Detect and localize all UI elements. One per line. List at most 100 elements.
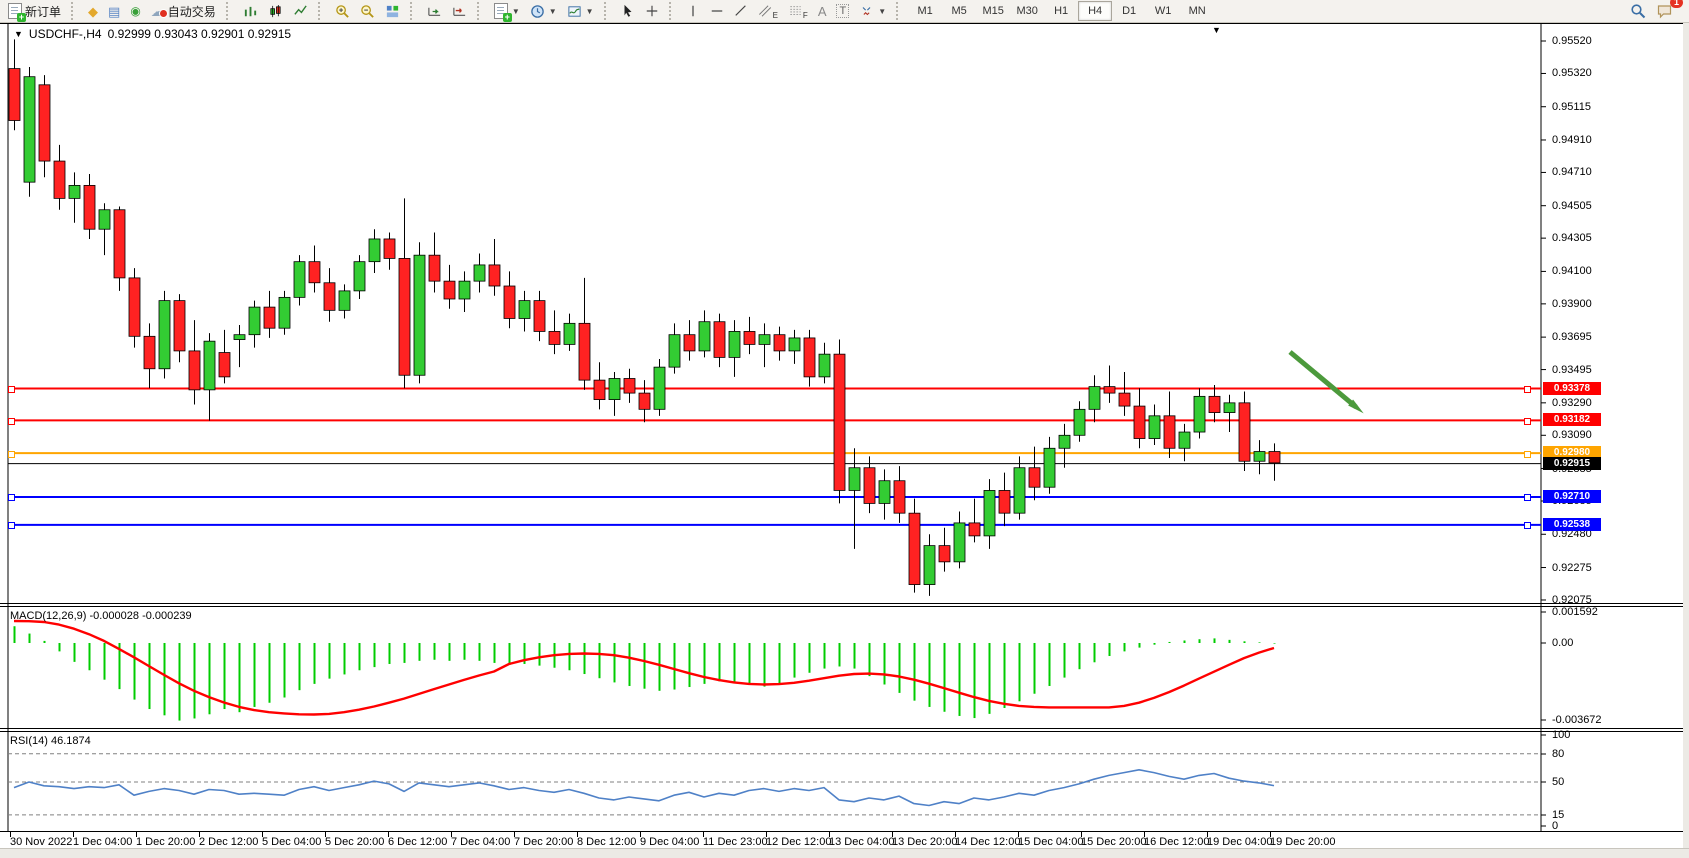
signals-icon: ◉ xyxy=(130,5,140,17)
price-axis-label: 0.92275 xyxy=(1552,562,1592,574)
price-axis-label: 0.93290 xyxy=(1552,397,1592,409)
text-tool-button[interactable]: A xyxy=(813,0,832,22)
level-line-handle[interactable] xyxy=(1524,386,1531,393)
time-axis-label: 15 Dec 20:00 xyxy=(1081,836,1146,848)
autotrade-button[interactable]: ☁ 自动交易 xyxy=(146,0,221,22)
auto-scroll-icon xyxy=(427,4,442,19)
macd-axis-label: 0.001592 xyxy=(1552,606,1598,618)
level-line-handle[interactable] xyxy=(8,522,15,529)
dropdown-triangle-icon[interactable]: ▼ xyxy=(14,29,23,39)
candlestick-chart-button[interactable] xyxy=(263,0,288,22)
status-strip xyxy=(0,848,1689,858)
chart-shift-marker-icon[interactable]: ▼ xyxy=(1212,25,1221,35)
timeframe-button-m1[interactable]: M1 xyxy=(908,1,942,21)
price-axis-label: 0.93495 xyxy=(1552,364,1592,376)
text-tool-icon: A xyxy=(818,4,827,19)
time-axis-label: 9 Dec 04:00 xyxy=(640,836,699,848)
level-line-handle[interactable] xyxy=(1524,451,1531,458)
eraser-button[interactable]: ◆ xyxy=(83,0,103,22)
timeframe-button-d1[interactable]: D1 xyxy=(1112,1,1146,21)
arrows-tool-button[interactable]: ▼ xyxy=(854,0,891,22)
search-button[interactable] xyxy=(1625,0,1651,22)
zoom-out-button[interactable] xyxy=(355,0,380,22)
chart-shift-button[interactable] xyxy=(447,0,472,22)
rsi-indicator-label: RSI(14) 46.1874 xyxy=(10,735,91,747)
chevron-down-icon: ▼ xyxy=(586,7,594,16)
bar-chart-button[interactable] xyxy=(238,0,263,22)
indicators-button[interactable]: ▼ xyxy=(562,0,599,22)
timeframe-button-m30[interactable]: M30 xyxy=(1010,1,1044,21)
auto-scroll-button[interactable] xyxy=(422,0,447,22)
indicators-icon xyxy=(567,4,582,19)
time-axis-label: 15 Dec 04:00 xyxy=(1018,836,1083,848)
toolbar-separator xyxy=(318,2,325,20)
vertical-line-tool-button[interactable] xyxy=(681,0,705,22)
crosshair-icon xyxy=(645,4,659,18)
time-axis-label: 30 Nov 2022 xyxy=(10,836,72,848)
zoom-in-button[interactable] xyxy=(330,0,355,22)
equidistant-channel-tool-button[interactable]: E xyxy=(753,0,783,22)
chart-symbol-period: USDCHF-,H4 xyxy=(29,27,102,41)
candlestick-chart-icon xyxy=(268,4,283,19)
mt4-terminal-window: { "toolbar": { "new_order_label": "新订单",… xyxy=(0,0,1689,858)
market-watch-icon: ▤ xyxy=(108,5,120,18)
line-chart-button[interactable] xyxy=(288,0,313,22)
level-line-handle[interactable] xyxy=(8,494,15,501)
timeframe-button-m5[interactable]: M5 xyxy=(942,1,976,21)
chevron-down-icon: ▼ xyxy=(512,7,520,16)
crosshair-tool-button[interactable] xyxy=(640,0,664,22)
time-axis-label: 16 Dec 12:00 xyxy=(1144,836,1209,848)
market-watch-button[interactable]: ▤ xyxy=(103,0,125,22)
timeframe-button-mn[interactable]: MN xyxy=(1180,1,1214,21)
fibonacci-tool-button[interactable]: F xyxy=(783,0,813,22)
notifications-button[interactable]: 1 xyxy=(1651,0,1678,22)
level-line-handle[interactable] xyxy=(8,418,15,425)
level-price-badge: 0.93182 xyxy=(1543,413,1601,426)
search-icon xyxy=(1630,3,1646,19)
timeframe-button-w1[interactable]: W1 xyxy=(1146,1,1180,21)
autotrade-label: 自动交易 xyxy=(168,3,216,20)
horizontal-line-tool-button[interactable] xyxy=(705,0,729,22)
toolbar-separator xyxy=(71,2,78,20)
signals-button[interactable]: ◉ xyxy=(125,0,145,22)
chevron-down-icon: ▼ xyxy=(549,7,557,16)
level-line-handle[interactable] xyxy=(8,386,15,393)
eraser-icon: ◆ xyxy=(88,5,98,18)
price-axis-label: 0.93900 xyxy=(1552,298,1592,310)
chevron-down-icon: ▼ xyxy=(878,7,886,16)
timeframe-button-h1[interactable]: H1 xyxy=(1044,1,1078,21)
rsi-axis-label: 0 xyxy=(1552,820,1558,832)
clock-icon xyxy=(530,4,545,19)
timeframe-button-h4[interactable]: H4 xyxy=(1078,1,1112,21)
price-axis-label: 0.94100 xyxy=(1552,265,1592,277)
cursor-tool-button[interactable] xyxy=(616,0,640,22)
time-axis-label: 19 Dec 04:00 xyxy=(1207,836,1272,848)
time-axis-label: 1 Dec 20:00 xyxy=(136,836,195,848)
price-axis-label: 0.94710 xyxy=(1552,166,1592,178)
tile-windows-button[interactable] xyxy=(380,0,405,22)
time-axis-label: 8 Dec 12:00 xyxy=(577,836,636,848)
level-line-handle[interactable] xyxy=(1524,522,1531,529)
current-price-badge: 0.92915 xyxy=(1543,457,1601,470)
cursor-icon xyxy=(621,4,635,18)
time-axis-label: 1 Dec 04:00 xyxy=(73,836,132,848)
text-label-tool-icon: T xyxy=(836,4,849,18)
rsi-axis-label: 100 xyxy=(1552,729,1570,741)
zoom-out-icon xyxy=(360,4,375,19)
new-order-button[interactable]: + 新订单 xyxy=(3,0,66,22)
profiles-button[interactable]: ▼ xyxy=(525,0,562,22)
time-axis-label: 2 Dec 12:00 xyxy=(199,836,258,848)
level-line-handle[interactable] xyxy=(1524,494,1531,501)
level-line-handle[interactable] xyxy=(8,451,15,458)
toolbar-separator xyxy=(669,2,676,20)
timeframe-button-m15[interactable]: M15 xyxy=(976,1,1010,21)
trendline-tool-button[interactable] xyxy=(729,0,753,22)
price-axis-label: 0.93695 xyxy=(1552,331,1592,343)
text-label-tool-button[interactable]: T xyxy=(831,0,854,22)
time-axis-label: 12 Dec 12:00 xyxy=(766,836,831,848)
new-chart-button[interactable]: +▼ xyxy=(489,0,525,22)
macd-axis-label: -0.003672 xyxy=(1552,714,1602,726)
time-axis-label: 5 Dec 04:00 xyxy=(262,836,321,848)
level-line-handle[interactable] xyxy=(1524,418,1531,425)
price-axis-label: 0.94505 xyxy=(1552,200,1592,212)
